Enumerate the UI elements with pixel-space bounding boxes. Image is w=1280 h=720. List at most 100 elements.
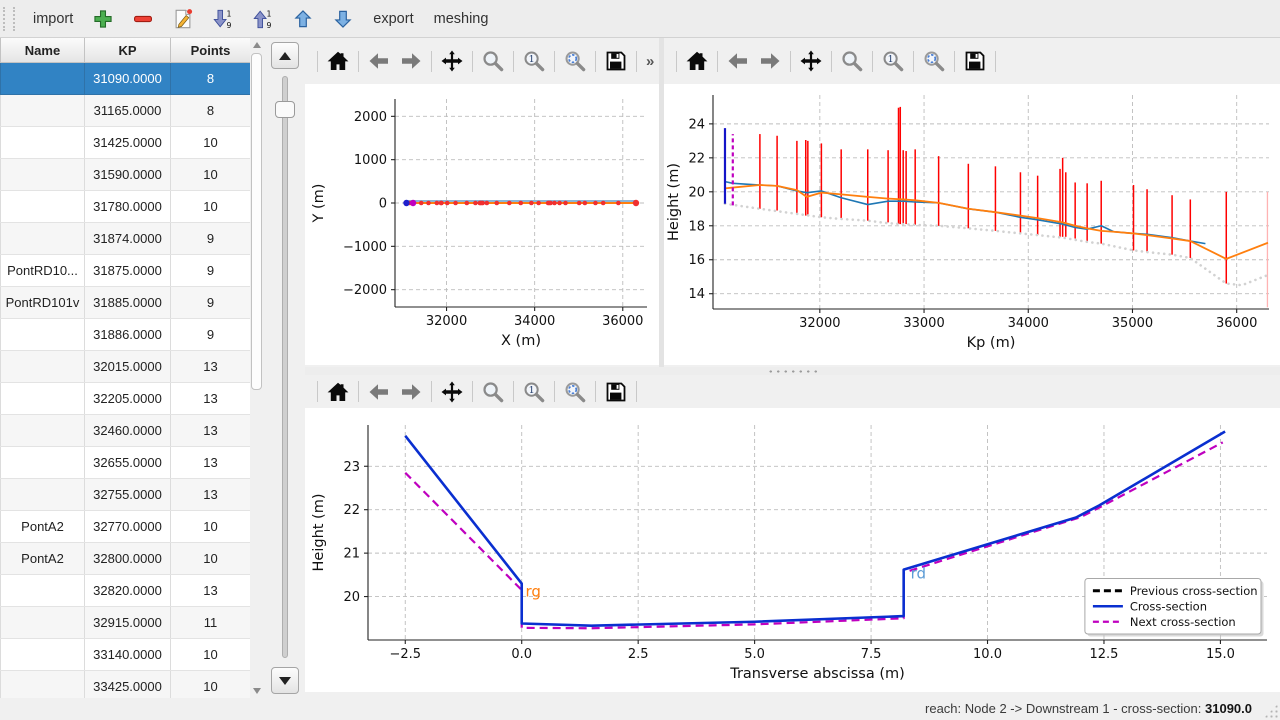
table-row[interactable]: 31090.00008	[1, 63, 251, 95]
toolbar-overflow-button[interactable]: »	[646, 53, 654, 70]
name-cell[interactable]	[1, 63, 85, 95]
sort-ascending-button[interactable]	[247, 4, 279, 34]
points-cell[interactable]: 10	[171, 543, 251, 575]
section-slider-handle[interactable]	[275, 101, 295, 118]
column-header-kp[interactable]: KP	[85, 38, 171, 63]
zoom-one-button[interactable]	[518, 377, 550, 407]
table-row[interactable]: 32205.000013	[1, 383, 251, 415]
table-row[interactable]: 33140.000010	[1, 639, 251, 671]
name-cell[interactable]	[1, 191, 85, 223]
kp-cell[interactable]: 31165.0000	[85, 95, 171, 127]
kp-cell[interactable]: 32655.0000	[85, 447, 171, 479]
name-cell[interactable]	[1, 607, 85, 639]
name-cell[interactable]	[1, 479, 85, 511]
zoom-region-button[interactable]	[918, 46, 950, 76]
kp-cell[interactable]: 32755.0000	[85, 479, 171, 511]
kp-cell[interactable]: 32460.0000	[85, 415, 171, 447]
section-down-button[interactable]	[271, 667, 299, 694]
name-cell[interactable]	[1, 383, 85, 415]
points-cell[interactable]: 8	[171, 95, 251, 127]
sort-descending-button[interactable]	[207, 4, 239, 34]
save-button[interactable]	[600, 46, 632, 76]
points-cell[interactable]: 9	[171, 255, 251, 287]
splitter-handle[interactable]	[305, 367, 1280, 375]
table-row[interactable]: 32015.000013	[1, 351, 251, 383]
scrollbar-up-arrow-icon[interactable]	[253, 42, 261, 48]
zoom-one-button[interactable]	[518, 46, 550, 76]
kp-cell[interactable]: 32770.0000	[85, 511, 171, 543]
scrollbar-down-arrow-icon[interactable]	[253, 688, 261, 694]
table-row[interactable]: PontRD101v31885.00009	[1, 287, 251, 319]
points-cell[interactable]: 9	[171, 287, 251, 319]
points-cell[interactable]: 10	[171, 511, 251, 543]
name-cell[interactable]	[1, 351, 85, 383]
table-row[interactable]: 32915.000011	[1, 607, 251, 639]
table-row[interactable]: 32460.000013	[1, 415, 251, 447]
column-header-name[interactable]: Name	[1, 38, 85, 63]
import-button[interactable]: import	[23, 6, 83, 32]
name-cell[interactable]: PontRD101v	[1, 287, 85, 319]
points-cell[interactable]: 13	[171, 415, 251, 447]
kp-cell[interactable]: 31780.0000	[85, 191, 171, 223]
home-button[interactable]	[681, 46, 713, 76]
name-cell[interactable]	[1, 95, 85, 127]
column-header-points[interactable]: Points	[171, 38, 251, 63]
table-row[interactable]: 31886.00009	[1, 319, 251, 351]
table-row[interactable]: 31165.00008	[1, 95, 251, 127]
table-scrollbar[interactable]	[250, 38, 264, 698]
table-row[interactable]: 32755.000013	[1, 479, 251, 511]
toolbar-grip[interactable]	[3, 7, 15, 31]
points-cell[interactable]: 13	[171, 383, 251, 415]
kp-cell[interactable]: 31875.0000	[85, 255, 171, 287]
points-cell[interactable]: 13	[171, 479, 251, 511]
pan-button[interactable]	[436, 377, 468, 407]
kp-cell[interactable]: 31090.0000	[85, 63, 171, 95]
zoom-button[interactable]	[836, 46, 868, 76]
home-button[interactable]	[322, 46, 354, 76]
kp-cell[interactable]: 32800.0000	[85, 543, 171, 575]
kp-cell[interactable]: 31425.0000	[85, 127, 171, 159]
add-button[interactable]	[87, 4, 119, 34]
name-cell[interactable]	[1, 415, 85, 447]
edit-button[interactable]	[167, 4, 199, 34]
plan-view-chart[interactable]: 320003400036000−2000−1000010002000X (m)Y…	[305, 84, 659, 365]
name-cell[interactable]	[1, 319, 85, 351]
name-cell[interactable]	[1, 447, 85, 479]
name-cell[interactable]	[1, 127, 85, 159]
points-cell[interactable]: 13	[171, 575, 251, 607]
points-cell[interactable]: 8	[171, 63, 251, 95]
table-row[interactable]: 31874.00009	[1, 223, 251, 255]
name-cell[interactable]	[1, 639, 85, 671]
profile-view-chart[interactable]: 3200033000340003500036000141618202224Kp …	[664, 84, 1280, 365]
zoom-region-button[interactable]	[559, 46, 591, 76]
kp-cell[interactable]: 32205.0000	[85, 383, 171, 415]
meshing-button[interactable]: meshing	[424, 6, 499, 32]
section-up-button[interactable]	[271, 42, 299, 69]
pan-button[interactable]	[436, 46, 468, 76]
remove-button[interactable]	[127, 4, 159, 34]
name-cell[interactable]	[1, 575, 85, 607]
points-cell[interactable]: 10	[171, 159, 251, 191]
table-row[interactable]: PontRD10...31875.00009	[1, 255, 251, 287]
zoom-one-button[interactable]	[877, 46, 909, 76]
kp-cell[interactable]: 31885.0000	[85, 287, 171, 319]
move-down-button[interactable]	[327, 4, 359, 34]
table-row[interactable]: 32820.000013	[1, 575, 251, 607]
table-row[interactable]: 31425.000010	[1, 127, 251, 159]
export-button[interactable]: export	[363, 6, 423, 32]
pan-button[interactable]	[795, 46, 827, 76]
points-cell[interactable]: 10	[171, 191, 251, 223]
name-cell[interactable]: PontRD10...	[1, 255, 85, 287]
name-cell[interactable]: PontA2	[1, 543, 85, 575]
zoom-button[interactable]	[477, 46, 509, 76]
table-scrollbar-thumb[interactable]	[251, 53, 262, 390]
points-cell[interactable]: 10	[171, 127, 251, 159]
kp-cell[interactable]: 31874.0000	[85, 223, 171, 255]
section-slider[interactable]	[282, 76, 288, 658]
zoom-region-button[interactable]	[559, 377, 591, 407]
forward-button[interactable]	[395, 377, 427, 407]
kp-cell[interactable]: 31590.0000	[85, 159, 171, 191]
forward-button[interactable]	[754, 46, 786, 76]
kp-cell[interactable]: 32820.0000	[85, 575, 171, 607]
points-cell[interactable]: 13	[171, 351, 251, 383]
